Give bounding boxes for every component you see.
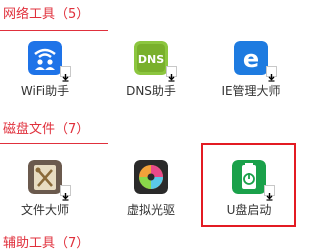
dns-assistant-icon: DNS (134, 41, 168, 75)
section-title-disk-files: 磁盘文件（7） (3, 122, 90, 137)
tool-file-master[interactable]: 文件大师 (5, 160, 85, 246)
tool-label: 虚拟光驱 (126, 203, 175, 217)
file-master-icon (28, 160, 62, 194)
svg-text:DNS: DNS (138, 53, 164, 66)
download-badge-icon (60, 185, 71, 201)
download-badge-icon (266, 66, 277, 82)
wifi-assistant-icon (28, 41, 62, 75)
section-title-auxiliary-tools: 辅助工具（7） (3, 236, 90, 251)
tool-virtual-drive[interactable]: 虚拟光驱 (111, 160, 191, 246)
tool-ie-manager[interactable]: e IE管理大师 (211, 41, 291, 127)
section-divider (0, 30, 108, 31)
download-badge-icon (166, 66, 177, 82)
svg-text:e: e (243, 45, 259, 73)
download-badge-icon (60, 66, 71, 82)
tool-label: IE管理大师 (221, 84, 281, 98)
virtual-drive-icon (134, 160, 168, 194)
tool-dns-assistant[interactable]: DNS DNS助手 (111, 41, 191, 127)
highlight-box (201, 143, 296, 227)
tool-label: DNS助手 (126, 84, 176, 98)
tool-label: WiFi助手 (20, 84, 70, 98)
ie-manager-icon: e (234, 41, 268, 75)
section-title-network-tools: 网络工具（5） (3, 7, 90, 22)
section-divider (0, 143, 108, 144)
tool-label: 文件大师 (20, 203, 69, 217)
tool-wifi-assistant[interactable]: WiFi助手 (5, 41, 85, 127)
